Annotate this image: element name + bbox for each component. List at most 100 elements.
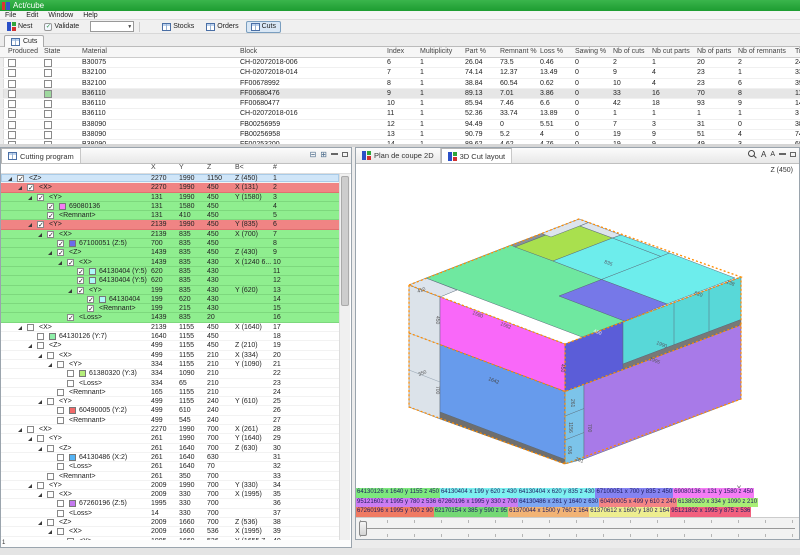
column-header[interactable]: Multiplicity <box>420 48 452 55</box>
view-slider[interactable] <box>356 517 799 539</box>
legend-part-entry[interactable]: 64130126 x 1640 y 1155 z 450 <box>356 488 440 498</box>
produced-checkbox[interactable] <box>8 110 16 118</box>
tree-row[interactable]: 60490005 (Y:2)49961024026 <box>1 406 339 415</box>
expander-icon[interactable] <box>48 363 52 367</box>
tree-row[interactable]: ✓<Z>1439835450Z (430)9 <box>1 248 339 257</box>
tree-checkbox[interactable] <box>67 380 74 387</box>
expander-icon[interactable] <box>18 428 22 432</box>
cut-3d-canvas[interactable]: Z (450) <box>356 164 799 488</box>
table-row[interactable]: B36110FF0068047710185.947.466.6042189391… <box>0 99 800 109</box>
expander-icon[interactable] <box>68 289 72 293</box>
tree-row[interactable]: 61380320 (Y:3)334109021022 <box>1 369 339 378</box>
column-header[interactable]: Nb of remnants <box>738 48 786 55</box>
expander-icon[interactable] <box>38 354 42 358</box>
produced-checkbox[interactable] <box>8 121 16 129</box>
scrollbar-thumb[interactable] <box>341 176 349 306</box>
collapse-all-icon[interactable]: ⊟ <box>310 150 317 159</box>
column-header[interactable]: Index <box>387 48 404 55</box>
tree-checkbox[interactable]: ✓ <box>57 249 64 256</box>
tree-column-header[interactable]: Y <box>179 164 184 171</box>
tree-row[interactable]: <Y>3341155210Y (1090)21 <box>1 360 339 369</box>
table-row[interactable]: B30075CH-02072018-0066126.0473.50.460212… <box>0 58 800 68</box>
column-header[interactable]: Nb of parts <box>697 48 731 55</box>
tree-checkbox[interactable]: ✓ <box>87 305 94 312</box>
tree-checkbox[interactable] <box>57 389 64 396</box>
expand-all-icon[interactable]: ⊞ <box>320 150 327 159</box>
tab-cuts[interactable]: Cuts <box>4 35 44 47</box>
slider-thumb[interactable] <box>359 521 367 536</box>
tree-checkbox[interactable]: ✓ <box>47 212 54 219</box>
tree-checkbox[interactable]: ✓ <box>37 194 44 201</box>
column-header[interactable]: Material <box>82 48 107 55</box>
expander-icon[interactable] <box>38 400 42 404</box>
state-checkbox[interactable] <box>44 69 52 77</box>
stocks-button[interactable]: Stocks <box>157 21 199 33</box>
state-checkbox[interactable] <box>44 100 52 108</box>
expander-icon[interactable] <box>48 530 52 534</box>
tree-checkbox[interactable]: ✓ <box>17 175 24 182</box>
produced-checkbox[interactable] <box>8 131 16 139</box>
expander-icon[interactable] <box>28 437 32 441</box>
tree-row[interactable]: ✓64130404 (Y:5)62083543012 <box>1 276 339 285</box>
tree-row[interactable]: ✓6908013613115804504 <box>1 202 339 211</box>
expander-icon[interactable] <box>28 484 32 488</box>
legend-part-entry[interactable]: 67100051 x 700 y 835 z 450 <box>595 488 673 498</box>
menu-edit[interactable]: Edit <box>21 12 43 19</box>
tree-checkbox[interactable]: ✓ <box>67 259 74 266</box>
minimize-icon[interactable] <box>779 153 786 155</box>
produced-checkbox[interactable] <box>8 69 16 77</box>
tree-checkbox[interactable] <box>37 482 44 489</box>
menu-file[interactable]: File <box>0 12 21 19</box>
table-row[interactable]: B32100FF006789928138.8460.540.6201042363… <box>0 79 800 89</box>
cuts-button[interactable]: Cuts <box>246 21 281 33</box>
state-checkbox[interactable] <box>44 121 52 129</box>
maximize-icon[interactable] <box>790 152 796 157</box>
orders-button[interactable]: Orders <box>201 21 243 33</box>
validate-combo[interactable]: ▼ <box>90 21 134 32</box>
expander-icon[interactable] <box>38 447 42 451</box>
expander-icon[interactable] <box>38 521 42 525</box>
tree-column-header[interactable]: X <box>151 164 156 171</box>
tree-checkbox[interactable]: ✓ <box>67 314 74 321</box>
column-header[interactable]: State <box>44 48 60 55</box>
tab-plan-de-coupe-2d[interactable]: Plan de coupe 2D <box>356 148 441 163</box>
tree-checkbox[interactable] <box>37 435 44 442</box>
produced-checkbox[interactable] <box>8 90 16 98</box>
tree-checkbox[interactable] <box>47 352 54 359</box>
legend-part-entry[interactable]: 69080136 x 131 y 1580 z 450 <box>673 488 754 498</box>
legend-part-entry[interactable]: 64130404 x 199 y 620 z 430 <box>440 488 518 498</box>
tab-cutting-program[interactable]: Cutting program <box>1 148 81 163</box>
state-checkbox[interactable] <box>44 80 52 88</box>
expander-icon[interactable] <box>48 251 52 255</box>
expander-icon[interactable] <box>38 233 42 237</box>
tree-row[interactable]: ✓<Y>199835430Y (620)13 <box>1 286 339 295</box>
legend-part-entry[interactable]: 67260196 x 1995 y 700 z 90 <box>356 507 434 517</box>
legend-part-entry[interactable]: 61380320 x 334 y 1090 z 210 <box>677 498 758 508</box>
state-checkbox[interactable] <box>44 90 52 98</box>
tree-row[interactable]: 67260196 (Z:5)199533070036 <box>1 499 339 508</box>
tree-row[interactable]: ✓<X>2139835450X (700)7 <box>1 230 339 239</box>
column-header[interactable]: Sawing % <box>575 48 606 55</box>
legend-part-entry[interactable]: 95121602 x 1995 y 780 z 536 <box>356 498 437 508</box>
tree-row[interactable]: ✓<Loss>14398352016 <box>1 313 339 322</box>
tree-checkbox[interactable]: ✓ <box>77 287 84 294</box>
tree-checkbox[interactable] <box>47 519 54 526</box>
tree-row[interactable]: <Y>4991155240Y (610)25 <box>1 397 339 406</box>
tree-checkbox[interactable] <box>47 398 54 405</box>
column-header[interactable]: Loss % <box>540 48 563 55</box>
tree-row[interactable]: <X>2009330700X (1995)35 <box>1 490 339 499</box>
tree-checkbox[interactable] <box>57 361 64 368</box>
tree-checkbox[interactable] <box>37 342 44 349</box>
tree-row[interactable]: <Y>2611990700Y (1640)29 <box>1 434 339 443</box>
tree-row[interactable]: ✓<Remnant>1314104505 <box>1 211 339 220</box>
tree-checkbox[interactable]: ✓ <box>57 240 64 247</box>
tree-checkbox[interactable] <box>47 491 54 498</box>
tree-checkbox[interactable] <box>57 454 64 461</box>
tree-row[interactable]: <Remnant>26135070033 <box>1 472 339 481</box>
tree-row[interactable]: 64130126 (Y:7)1640115545018 <box>1 332 339 341</box>
tree-row[interactable]: <Remnant>165115521024 <box>1 388 339 397</box>
font-decrease-icon[interactable]: A <box>770 150 775 159</box>
tree-row[interactable]: <X>21391155450X (1640)17 <box>1 323 339 332</box>
tree-checkbox[interactable]: ✓ <box>47 203 54 210</box>
tree-checkbox[interactable] <box>57 500 64 507</box>
